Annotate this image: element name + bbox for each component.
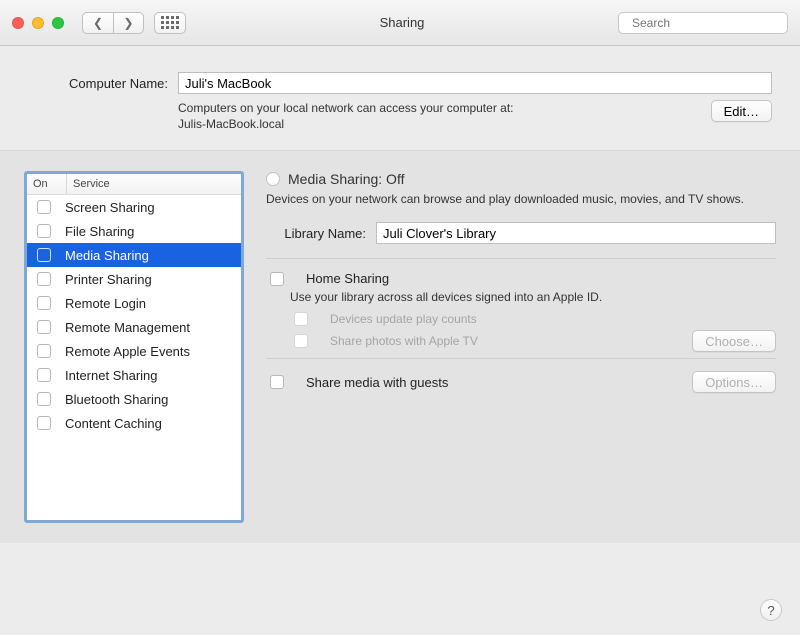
chevron-left-icon: ❮ [93, 16, 103, 30]
service-row[interactable]: Remote Management [27, 315, 241, 339]
home-sharing-label: Home Sharing [306, 271, 389, 286]
service-row[interactable]: Media Sharing [27, 243, 241, 267]
devices-update-label: Devices update play counts [330, 312, 477, 326]
service-enable-checkbox[interactable] [37, 344, 51, 358]
divider [266, 358, 776, 359]
service-name: Printer Sharing [65, 272, 152, 287]
service-list-header: On Service [27, 174, 241, 195]
service-enable-checkbox[interactable] [37, 368, 51, 382]
devices-update-checkbox [294, 312, 308, 326]
chevron-right-icon: ❯ [123, 16, 133, 30]
detail-title: Media Sharing: Off [288, 171, 404, 187]
service-enable-checkbox[interactable] [37, 224, 51, 238]
service-enable-checkbox[interactable] [37, 200, 51, 214]
service-name: Internet Sharing [65, 368, 158, 383]
service-list-body: Screen Sharing File Sharing Media Sharing P… [27, 195, 241, 520]
status-indicator-icon [266, 172, 280, 186]
upper-panel: Computer Name: Computers on your local n… [0, 46, 800, 151]
service-name: Remote Login [65, 296, 146, 311]
window-controls [12, 17, 64, 29]
titlebar: ❮ ❯ Sharing [0, 0, 800, 46]
lower-panel: On Service Screen Sharing File Sharing Med… [0, 151, 800, 543]
service-enable-checkbox[interactable] [37, 296, 51, 310]
computer-name-hint: Computers on your local network can acce… [178, 100, 711, 132]
nav-back-forward: ❮ ❯ [82, 12, 144, 34]
service-row[interactable]: Internet Sharing [27, 363, 241, 387]
library-name-input[interactable] [376, 222, 776, 244]
share-photos-checkbox [294, 334, 308, 348]
computer-name-input[interactable] [178, 72, 772, 94]
window-title: Sharing [196, 15, 608, 30]
grid-icon [161, 16, 179, 29]
service-enable-checkbox[interactable] [37, 416, 51, 430]
detail-pane: Media Sharing: Off Devices on your netwo… [266, 171, 776, 523]
header-service[interactable]: Service [67, 174, 241, 194]
detail-description: Devices on your network can browse and p… [266, 191, 776, 208]
share-guests-label: Share media with guests [306, 375, 448, 390]
service-enable-checkbox[interactable] [37, 248, 51, 262]
service-enable-checkbox[interactable] [37, 392, 51, 406]
home-sharing-checkbox[interactable] [270, 272, 284, 286]
back-button[interactable]: ❮ [83, 13, 113, 33]
service-row[interactable]: Content Caching [27, 411, 241, 435]
service-name: File Sharing [65, 224, 134, 239]
zoom-window-button[interactable] [52, 17, 64, 29]
forward-button[interactable]: ❯ [113, 13, 143, 33]
service-row[interactable]: Screen Sharing [27, 195, 241, 219]
service-enable-checkbox[interactable] [37, 272, 51, 286]
service-name: Media Sharing [65, 248, 149, 263]
divider [266, 258, 776, 259]
service-enable-checkbox[interactable] [37, 320, 51, 334]
service-name: Screen Sharing [65, 200, 155, 215]
share-photos-label: Share photos with Apple TV [330, 334, 478, 348]
choose-button: Choose… [692, 330, 776, 352]
edit-button[interactable]: Edit… [711, 100, 772, 122]
options-button: Options… [692, 371, 776, 393]
service-list: On Service Screen Sharing File Sharing Med… [24, 171, 244, 523]
share-guests-checkbox[interactable] [270, 375, 284, 389]
service-name: Remote Apple Events [65, 344, 190, 359]
service-name: Content Caching [65, 416, 162, 431]
computer-name-label: Computer Name: [28, 76, 168, 91]
service-row[interactable]: Remote Login [27, 291, 241, 315]
home-sharing-desc: Use your library across all devices sign… [290, 290, 602, 304]
close-window-button[interactable] [12, 17, 24, 29]
search-input[interactable] [630, 15, 789, 31]
header-on[interactable]: On [27, 174, 67, 194]
help-button[interactable]: ? [760, 599, 782, 621]
search-field[interactable] [618, 12, 788, 34]
service-row[interactable]: Remote Apple Events [27, 339, 241, 363]
service-name: Remote Management [65, 320, 190, 335]
library-name-label: Library Name: [266, 226, 366, 241]
service-row[interactable]: Bluetooth Sharing [27, 387, 241, 411]
service-name: Bluetooth Sharing [65, 392, 168, 407]
service-row[interactable]: Printer Sharing [27, 267, 241, 291]
service-row[interactable]: File Sharing [27, 219, 241, 243]
minimize-window-button[interactable] [32, 17, 44, 29]
show-all-prefs-button[interactable] [154, 12, 186, 34]
